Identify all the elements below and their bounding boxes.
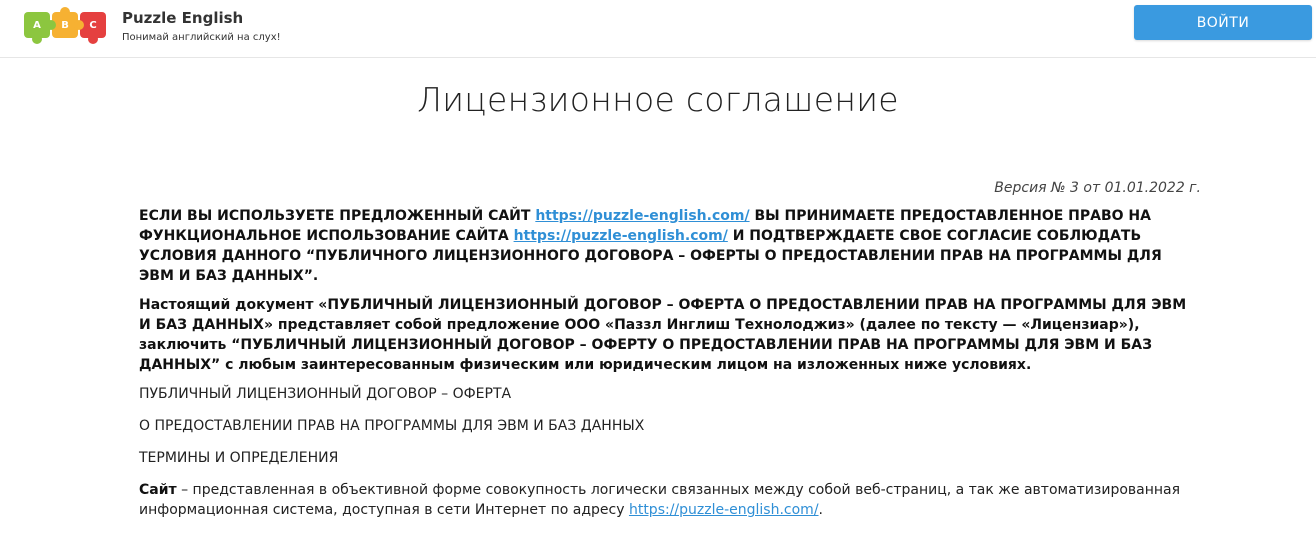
intro-text-1: ЕСЛИ ВЫ ИСПОЛЬЗУЕТЕ ПРЕДЛОЖЕННЫЙ САЙТ — [139, 208, 536, 224]
heading-rights: О ПРЕДОСТАВЛЕНИИ ПРАВ НА ПРОГРАММЫ ДЛЯ Э… — [139, 418, 645, 434]
logo[interactable]: A B C Puzzle English Понимай английский … — [24, 6, 281, 46]
logo-tagline: Понимай английский на слух! — [122, 31, 281, 43]
version-label: Версия № 3 от 01.01.2022 г. — [994, 180, 1201, 196]
site-link[interactable]: https://puzzle-english.com/ — [629, 502, 819, 518]
site-link[interactable]: https://puzzle-english.com/ — [535, 208, 749, 224]
logo-text: Puzzle English Понимай английский на слу… — [122, 9, 281, 44]
page-title: Лицензионное соглашение — [417, 80, 899, 119]
heading-offer: ПУБЛИЧНЫЙ ЛИЦЕНЗИОННЫЙ ДОГОВОР – ОФЕРТА — [139, 386, 512, 402]
site-header: A B C Puzzle English Понимай английский … — [0, 0, 1316, 58]
puzzle-knob — [46, 20, 56, 30]
intro-paragraph: ЕСЛИ ВЫ ИСПОЛЬЗУЕТЕ ПРЕДЛОЖЕННЫЙ САЙТ ht… — [139, 206, 1201, 286]
definition-term: Сайт — [139, 482, 177, 498]
agreement-content: Версия № 3 от 01.01.2022 г. ЕСЛИ ВЫ ИСПО… — [139, 178, 1201, 529]
login-button[interactable]: ВОЙТИ — [1134, 5, 1312, 40]
logo-title: Puzzle English — [122, 8, 244, 27]
puzzle-knob — [74, 20, 84, 30]
site-definition: Сайт – представленная в объективной форм… — [139, 480, 1201, 520]
document-paragraph: Настоящий документ «ПУБЛИЧНЫЙ ЛИЦЕНЗИОНН… — [139, 297, 1187, 373]
puzzle-logo-icon: A B C — [24, 7, 110, 44]
heading-terms: ТЕРМИНЫ И ОПРЕДЕЛЕНИЯ — [139, 450, 339, 466]
site-link[interactable]: https://puzzle-english.com/ — [514, 228, 728, 244]
definition-end: . — [818, 502, 823, 518]
